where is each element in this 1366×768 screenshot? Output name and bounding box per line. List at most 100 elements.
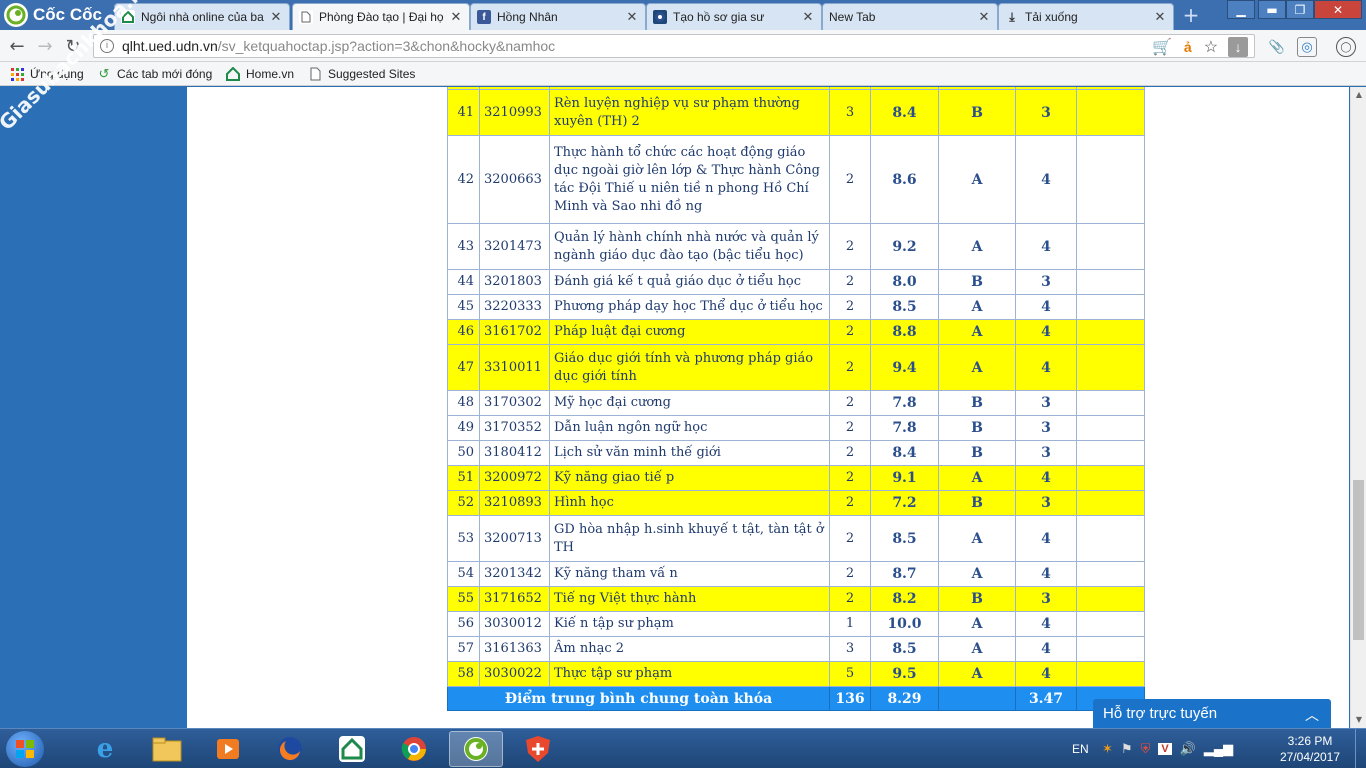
table-row: 58 3030022 Thực tập sư phạm 5 9.5 A 4 — [447, 661, 1145, 687]
taskbar-file-explorer[interactable] — [140, 731, 194, 767]
course-name: Lịch sử văn minh thế giới — [549, 440, 830, 466]
tab-label: Tải xuống — [1025, 10, 1078, 24]
table-cell — [1076, 440, 1145, 466]
scroll-down-arrow-icon[interactable]: ▼ — [1351, 712, 1366, 728]
taskbar-firefox[interactable] — [263, 731, 317, 767]
row-number: 52 — [447, 490, 480, 516]
score-10: 8.4 — [870, 89, 939, 136]
browser-menu-icon[interactable]: ◯ — [1336, 37, 1356, 57]
course-code: 3180412 — [479, 440, 550, 466]
table-row: 44 3201803 Đánh giá kế t quả giáo dục ở ti… — [447, 269, 1145, 295]
home-vn-icon — [339, 736, 365, 762]
back-button[interactable]: ← — [6, 36, 28, 58]
page-scrollbar[interactable]: ▲ ▼ — [1350, 87, 1366, 728]
close-tab-icon[interactable]: ✕ — [269, 9, 283, 25]
table-row: 53 3200713 GD hòa nhập h.sinh khuyế t tật,… — [447, 515, 1145, 562]
language-indicator[interactable]: EN — [1072, 729, 1089, 768]
action-center-flag-icon[interactable]: ⚑ — [1121, 741, 1133, 757]
table-row: 41 3210993 Rèn luyện nghiệp vụ sư phạm thư… — [447, 89, 1145, 136]
credit-count: 2 — [829, 415, 871, 441]
close-tab-icon[interactable]: ✕ — [977, 9, 991, 25]
course-code: 3170352 — [479, 415, 550, 441]
table-row: 51 3200972 Kỹ năng giao tiế p 2 9.1 A 4 — [447, 465, 1145, 491]
taskbar-media-player[interactable] — [201, 731, 255, 767]
new-tab-button[interactable]: + — [1180, 5, 1202, 25]
coccoc-icon — [464, 737, 488, 761]
tab-label: Tạo hồ sơ gia sư — [673, 10, 765, 24]
row-number: 44 — [447, 269, 480, 295]
vietkey-tray-icon[interactable]: V — [1158, 743, 1172, 755]
scroll-up-arrow-icon[interactable]: ▲ — [1351, 87, 1366, 103]
course-name: Thực hành tổ chức các hoạt động giáo dục… — [549, 135, 830, 224]
maximize-button[interactable]: ❐ — [1286, 0, 1314, 19]
bookmark-recent-tabs[interactable]: ↺ Các tab mới đóng — [97, 66, 213, 82]
extension-clip-icon[interactable]: 📎 — [1267, 37, 1287, 57]
row-number: 58 — [447, 661, 480, 687]
extension-frame-icon[interactable]: ◎ — [1297, 37, 1317, 57]
online-support-widget[interactable]: Hỗ trợ trực tuyến ︿ — [1093, 699, 1331, 728]
score-10: 8.8 — [870, 319, 939, 345]
taskbar-chrome[interactable] — [387, 731, 441, 767]
credit-count: 3 — [829, 636, 871, 662]
tab-1[interactable]: Ngôi nhà online của ba ✕ — [114, 3, 290, 30]
table-row: 55 3171652 Tiế ng Việt thực hành 2 8.2 B 3 — [447, 586, 1145, 612]
coccoc-logo-icon — [4, 3, 28, 27]
volume-icon[interactable]: 🔊 — [1180, 741, 1196, 757]
forward-button[interactable]: → — [34, 36, 56, 58]
row-number: 48 — [447, 390, 480, 416]
tab-3[interactable]: f Hồng Nhân ✕ — [470, 3, 646, 30]
tab-4[interactable]: Tạo hồ sơ gia sư ✕ — [646, 3, 822, 30]
table-cell — [1076, 586, 1145, 612]
user-menu-button[interactable]: ▬ — [1258, 0, 1286, 19]
show-desktop-button[interactable] — [1355, 729, 1366, 768]
grade-point: 4 — [1015, 561, 1077, 587]
table-cell — [1076, 611, 1145, 637]
grade-point: 3 — [1015, 490, 1077, 516]
close-tab-icon[interactable]: ✕ — [1153, 9, 1167, 25]
letter-grade: A — [938, 515, 1016, 562]
network-signal-icon[interactable]: ▂▄▆ — [1204, 741, 1233, 757]
credit-count: 2 — [829, 390, 871, 416]
translate-icon[interactable]: ả — [1184, 39, 1192, 55]
score-10: 8.6 — [870, 135, 939, 224]
credit-count: 2 — [829, 269, 871, 295]
address-actions: 🛒 ả ☆ ↓ — [1152, 35, 1249, 59]
tab-6[interactable]: ⤓ Tải xuống ✕ — [998, 3, 1174, 30]
taskbar-coccoc[interactable] — [449, 731, 503, 767]
minimize-button[interactable]: ▁ — [1227, 0, 1255, 19]
shopping-cart-icon[interactable]: 🛒 — [1152, 37, 1172, 57]
taskbar-security[interactable] — [511, 731, 565, 767]
taskbar-internet-explorer[interactable]: e — [78, 731, 132, 767]
bookmark-star-icon[interactable]: ☆ — [1204, 37, 1218, 57]
download-arrow-icon[interactable]: ↓ — [1228, 37, 1249, 57]
close-tab-icon[interactable]: ✕ — [449, 9, 463, 25]
tab-5[interactable]: New Tab ✕ — [822, 3, 998, 30]
close-tab-icon[interactable]: ✕ — [801, 9, 815, 25]
address-bar[interactable]: i qlht.ued.udn.vn/sv_ketquahoctap.jsp?ac… — [93, 34, 1255, 58]
chevron-up-icon[interactable]: ︿ — [1305, 705, 1319, 725]
row-number: 42 — [447, 135, 480, 224]
row-number: 51 — [447, 465, 480, 491]
score-10: 7.8 — [870, 390, 939, 416]
bookmark-suggested-sites[interactable]: Suggested Sites — [308, 66, 415, 82]
course-name: Âm nhạc 2 — [549, 636, 830, 662]
antivirus-tray-icon[interactable]: ⛨ — [1141, 741, 1151, 757]
close-window-button[interactable]: ✕ — [1314, 0, 1362, 19]
grade-point: 3 — [1015, 586, 1077, 612]
taskbar-home-vn[interactable] — [325, 731, 379, 767]
scrollbar-thumb[interactable] — [1353, 480, 1364, 640]
letter-grade: A — [938, 294, 1016, 320]
course-name: Đánh giá kế t quả giáo dục ở tiểu học — [549, 269, 830, 295]
score-10: 9.5 — [870, 661, 939, 687]
start-button[interactable] — [6, 731, 44, 767]
system-clock[interactable]: 3:26 PM 27/04/2017 — [1270, 733, 1350, 765]
tab-2[interactable]: Phòng Đào tạo | Đại họ ✕ — [292, 3, 470, 30]
bookmark-label: Suggested Sites — [328, 67, 416, 81]
close-tab-icon[interactable]: ✕ — [625, 9, 639, 25]
bookmark-home-vn[interactable]: Home.vn — [226, 66, 294, 82]
course-name: Pháp luật đại cương — [549, 319, 830, 345]
table-row: 57 3161363 Âm nhạc 2 3 8.5 A 4 — [447, 636, 1145, 662]
summary-credits: 136 — [829, 686, 871, 711]
tab-strip: Cốc Cốc Ngôi nhà online của ba ✕ Phòng Đào… — [0, 0, 1366, 30]
network-share-icon[interactable]: ✶ — [1102, 741, 1113, 757]
